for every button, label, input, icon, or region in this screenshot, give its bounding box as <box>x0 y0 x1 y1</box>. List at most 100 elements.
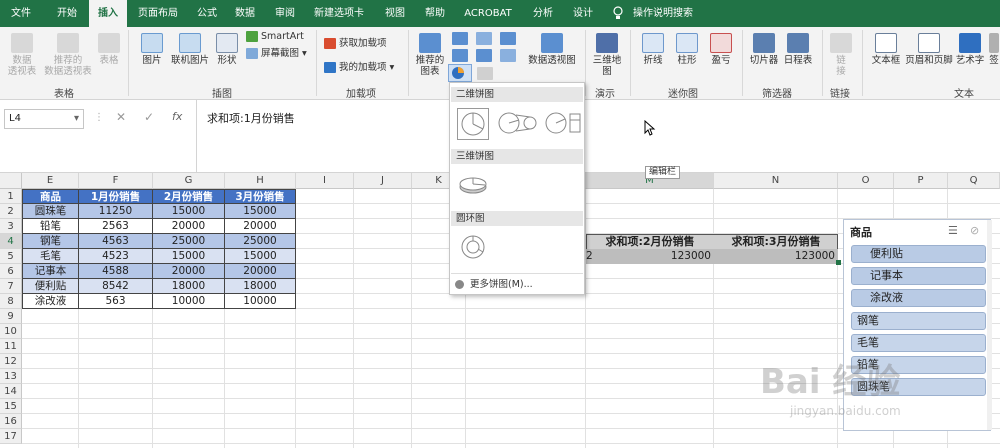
tab-new-tab[interactable]: 新建选项卡 <box>310 0 368 27</box>
more-pie-charts-item[interactable]: 更多饼图(M)... <box>455 277 533 292</box>
bar-of-pie-option[interactable] <box>544 108 584 140</box>
recommended-pivot-button[interactable]: 推荐的 数据透视表 <box>42 33 94 77</box>
row-header[interactable]: 8 <box>0 294 22 309</box>
tell-me-search[interactable]: 操作说明搜索 <box>630 0 696 27</box>
column-chart-icon[interactable] <box>452 32 468 45</box>
signature-button[interactable]: 签 <box>988 33 1000 66</box>
combo-chart-icon[interactable] <box>500 49 516 62</box>
slicer-item[interactable]: 记事本 <box>851 267 986 285</box>
line-chart-icon[interactable] <box>452 49 468 62</box>
table-header-cell[interactable]: 3月份销售 <box>225 189 296 204</box>
table-cell[interactable]: 钢笔 <box>22 234 79 249</box>
row-header[interactable]: 13 <box>0 369 22 384</box>
timeline-button[interactable]: 日程表 <box>782 33 814 66</box>
column-header[interactable]: Q <box>948 173 1000 189</box>
column-header[interactable]: J <box>354 173 412 189</box>
table-cell[interactable]: 铅笔 <box>22 219 79 234</box>
pictures-button[interactable]: 图片 <box>138 33 166 66</box>
tab-data[interactable]: 数据 <box>228 0 262 27</box>
tab-page-layout[interactable]: 页面布局 <box>133 0 183 27</box>
table-cell[interactable]: 15000 <box>153 204 225 219</box>
table-cell[interactable]: 8542 <box>79 279 153 294</box>
column-header[interactable]: N <box>714 173 838 189</box>
pie-chart-button[interactable] <box>448 64 472 82</box>
enter-icon[interactable]: ✓ <box>144 110 154 124</box>
tab-view[interactable]: 视图 <box>378 0 412 27</box>
pivot-header-cell[interactable]: 求和项:2月份销售 <box>586 234 714 249</box>
row-header[interactable]: 14 <box>0 384 22 399</box>
table-cell[interactable]: 2563 <box>79 219 153 234</box>
fill-handle[interactable] <box>836 260 841 265</box>
row-header[interactable]: 15 <box>0 399 22 414</box>
sparkline-line-button[interactable]: 折线 <box>638 33 668 66</box>
table-cell[interactable]: 10000 <box>225 294 296 309</box>
table-cell[interactable]: 4523 <box>79 249 153 264</box>
insert-function-icon[interactable]: fx <box>172 110 182 123</box>
sparkline-winloss-button[interactable]: 盈亏 <box>706 33 736 66</box>
table-button[interactable]: 表格 <box>96 33 122 66</box>
tab-file[interactable]: 文件 <box>4 0 38 27</box>
column-header[interactable]: G <box>153 173 225 189</box>
slicer-item[interactable]: 毛笔 <box>851 334 986 352</box>
sparkline-column-button[interactable]: 柱形 <box>672 33 702 66</box>
chevron-down-icon[interactable]: ▾ <box>74 110 79 128</box>
column-header[interactable]: H <box>225 173 296 189</box>
tab-formulas[interactable]: 公式 <box>190 0 224 27</box>
tab-help[interactable]: 帮助 <box>418 0 452 27</box>
row-header[interactable]: 11 <box>0 339 22 354</box>
recommended-charts-button[interactable]: 推荐的 图表 <box>413 33 447 77</box>
table-header-cell[interactable]: 商品 <box>22 189 79 204</box>
pivot-value-cell[interactable]: 123000 <box>714 249 838 264</box>
row-header[interactable]: 10 <box>0 324 22 339</box>
row-header[interactable]: 5 <box>0 249 22 264</box>
table-cell[interactable]: 563 <box>79 294 153 309</box>
select-all-corner[interactable] <box>0 173 22 189</box>
table-cell[interactable]: 4588 <box>79 264 153 279</box>
table-cell[interactable]: 15000 <box>225 204 296 219</box>
table-cell[interactable]: 便利贴 <box>22 279 79 294</box>
table-cell[interactable]: 11250 <box>79 204 153 219</box>
table-cell[interactable]: 18000 <box>225 279 296 294</box>
column-header[interactable]: F <box>79 173 153 189</box>
row-header[interactable]: 3 <box>0 219 22 234</box>
get-addins-button[interactable]: 获取加载项 <box>324 37 387 51</box>
table-cell[interactable]: 20000 <box>225 264 296 279</box>
tab-analyze[interactable]: 分析 <box>526 0 560 27</box>
tab-insert[interactable]: 插入 <box>89 0 127 27</box>
table-cell[interactable]: 毛笔 <box>22 249 79 264</box>
formula-input[interactable]: 求和项:1月份销售 <box>196 100 1000 173</box>
table-cell[interactable]: 20000 <box>153 219 225 234</box>
table-cell[interactable]: 20000 <box>225 219 296 234</box>
tab-design[interactable]: 设计 <box>566 0 600 27</box>
table-cell[interactable]: 涂改液 <box>22 294 79 309</box>
table-cell[interactable]: 25000 <box>153 234 225 249</box>
tab-home[interactable]: 开始 <box>50 0 84 27</box>
3d-pie-option[interactable] <box>457 170 489 202</box>
row-header[interactable]: 4 <box>0 234 22 249</box>
online-pictures-button[interactable]: 联机图片 <box>169 33 211 66</box>
doughnut-option[interactable] <box>457 232 489 264</box>
table-cell[interactable]: 10000 <box>153 294 225 309</box>
pie-option[interactable] <box>457 108 489 140</box>
screenshot-button[interactable]: 屏幕截图 ▾ <box>246 47 307 61</box>
table-cell[interactable]: 记事本 <box>22 264 79 279</box>
pivot-chart-button[interactable]: 数据透视图 <box>524 33 580 66</box>
textbox-button[interactable]: 文本框 <box>868 33 904 66</box>
statistic-chart-icon[interactable] <box>500 32 516 45</box>
table-cell[interactable]: 15000 <box>153 249 225 264</box>
slicer-item[interactable]: 便利贴 <box>851 245 986 263</box>
wordart-button[interactable]: 艺术字 <box>954 33 986 66</box>
column-header[interactable]: P <box>894 173 948 189</box>
column-header[interactable]: I <box>296 173 354 189</box>
pivot-header-cell[interactable]: 求和项:3月份销售 <box>714 234 838 249</box>
table-cell[interactable]: 15000 <box>225 249 296 264</box>
slicer-item[interactable]: 钢笔 <box>851 312 986 330</box>
clear-filter-icon[interactable]: ⊘ <box>970 224 979 237</box>
tab-acrobat[interactable]: ACROBAT <box>458 0 518 27</box>
pivot-table-button[interactable]: 数据 透视表 <box>4 33 40 77</box>
pie-of-pie-option[interactable] <box>496 108 538 140</box>
row-header[interactable]: 2 <box>0 204 22 219</box>
scatter-chart-icon[interactable] <box>477 67 493 80</box>
multi-select-icon[interactable]: ☰ <box>948 224 958 237</box>
link-button[interactable]: 链 接 <box>828 33 854 77</box>
